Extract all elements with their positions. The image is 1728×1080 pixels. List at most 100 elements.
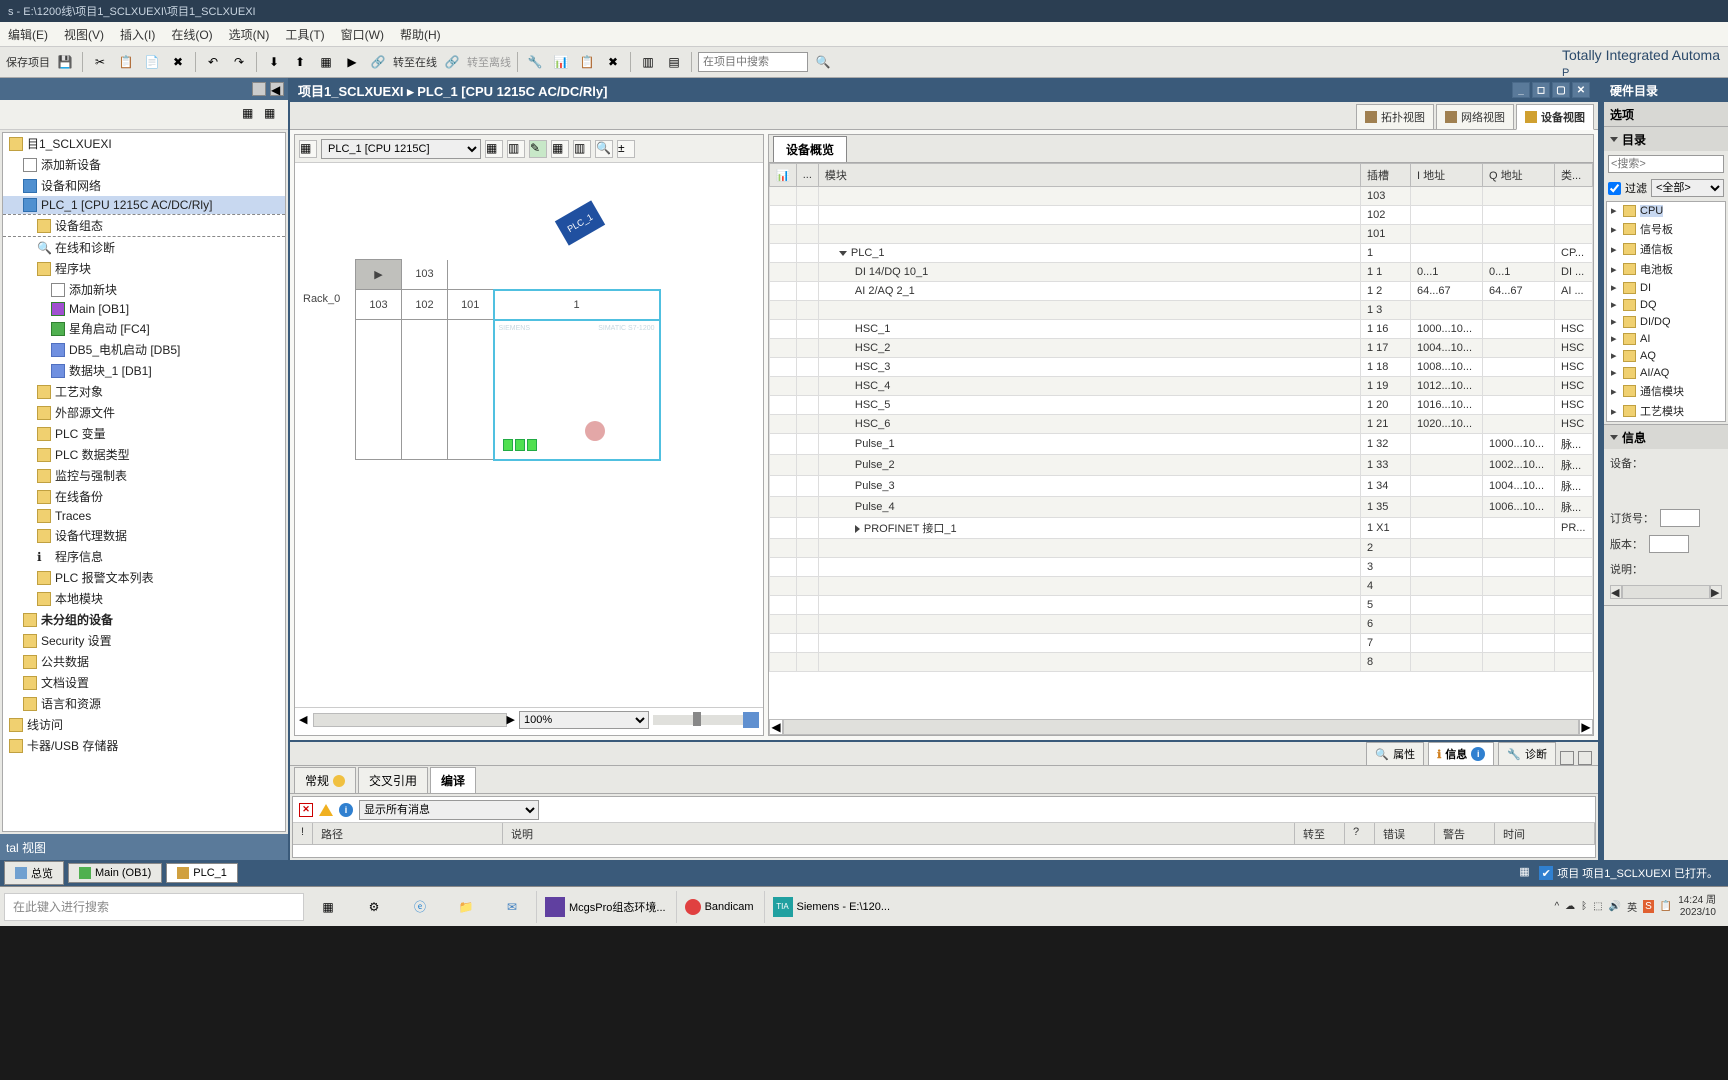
overview-row[interactable]: 6	[770, 615, 1593, 634]
tree-tool-icon[interactable]: ▦	[264, 106, 282, 124]
restore-button[interactable]: ◻	[1532, 82, 1550, 98]
overview-row[interactable]: Pulse_11 321000...10...脉...	[770, 434, 1593, 455]
rack-tool-icon[interactable]: ▦	[551, 140, 569, 158]
project-search-input[interactable]	[698, 52, 808, 72]
rack-tool-icon[interactable]: ▥	[507, 140, 525, 158]
catalog-tree[interactable]: ▸CPU▸信号板▸通信板▸电池板▸DI▸DQ▸DI/DQ▸AI▸AQ▸AI/AQ…	[1606, 201, 1726, 422]
menu-insert[interactable]: 插入(I)	[120, 26, 155, 43]
tool-icon[interactable]: 📋	[576, 51, 598, 73]
overview-row[interactable]: Pulse_21 331002...10...脉...	[770, 455, 1593, 476]
project-tree[interactable]: 目1_SCLXUEXI 添加新设备 设备和网络 PLC_1 [CPU 1215C…	[2, 132, 286, 832]
catalog-item[interactable]: ▸通信板	[1607, 239, 1725, 259]
overview-row[interactable]: Pulse_31 341004...10...脉...	[770, 476, 1593, 497]
col-goto[interactable]: 转至	[1295, 823, 1345, 844]
col-iaddr[interactable]: I 地址	[1411, 164, 1483, 187]
options-section[interactable]: 选项	[1604, 102, 1728, 126]
catalog-item[interactable]: ▸CPU	[1607, 202, 1725, 219]
redo-icon[interactable]: ↷	[228, 51, 250, 73]
tree-proxy-data[interactable]: 设备代理数据	[3, 525, 285, 546]
col-icon[interactable]: !	[293, 823, 313, 844]
tree-line-access[interactable]: 线访问	[3, 714, 285, 735]
col-path[interactable]: 路径	[313, 823, 503, 844]
empty-slot[interactable]	[356, 320, 402, 460]
h-scrollbar[interactable]	[313, 713, 507, 727]
minimize-button[interactable]: _	[1512, 82, 1530, 98]
taskbar-app-siemens[interactable]: TIASiemens - E:\120...	[764, 891, 899, 923]
subtab-xref[interactable]: 交叉引用	[358, 767, 428, 793]
overview-row[interactable]: HSC_31 181008...10...HSC	[770, 358, 1593, 377]
rack-tool-icon[interactable]: ▦	[485, 140, 503, 158]
catalog-item[interactable]: ▸AI	[1607, 330, 1725, 347]
tool-icon[interactable]: 📊	[550, 51, 572, 73]
tray-icon[interactable]: ⬚	[1593, 901, 1602, 912]
tree-add-block[interactable]: 添加新块	[3, 279, 285, 300]
tree-common-data[interactable]: 公共数据	[3, 651, 285, 672]
empty-slot[interactable]	[402, 320, 448, 460]
tree-devices-networks[interactable]: 设备和网络	[3, 175, 285, 196]
catalog-item[interactable]: ▸AI/AQ	[1607, 364, 1725, 381]
tree-program-blocks[interactable]: 程序块	[3, 258, 285, 279]
error-icon[interactable]: ✕	[299, 803, 313, 817]
overview-row[interactable]: 2	[770, 539, 1593, 558]
tree-plc-vars[interactable]: PLC 变量	[3, 423, 285, 444]
device-select-icon[interactable]: ▦	[299, 140, 317, 158]
delete-icon[interactable]: ✖	[167, 51, 189, 73]
go-online-label[interactable]: 转至在线	[393, 54, 437, 70]
filter-checkbox[interactable]	[1608, 182, 1621, 195]
tree-tech-objects[interactable]: 工艺对象	[3, 381, 285, 402]
ime-icon[interactable]: 英	[1627, 899, 1637, 914]
cut-icon[interactable]: ✂	[89, 51, 111, 73]
tree-project-root[interactable]: 目1_SCLXUEXI	[3, 133, 285, 154]
edge-icon[interactable]: ⓔ	[398, 891, 442, 923]
tree-alarm-texts[interactable]: PLC 报警文本列表	[3, 567, 285, 588]
rack-tool-icon[interactable]: ▥	[573, 140, 591, 158]
editor-tab-plc1[interactable]: PLC_1	[166, 863, 238, 883]
overview-row[interactable]: HSC_21 171004...10...HSC	[770, 339, 1593, 358]
compile-icon[interactable]: ▦	[315, 51, 337, 73]
catalog-section[interactable]: 目录	[1604, 127, 1728, 151]
tree-plc1[interactable]: PLC_1 [CPU 1215C AC/DC/Rly]	[3, 196, 285, 214]
overview-row[interactable]: 3	[770, 558, 1593, 577]
tree-doc-settings[interactable]: 文档设置	[3, 672, 285, 693]
collapse-icon[interactable]	[252, 82, 266, 96]
search-go-icon[interactable]: 🔍	[812, 51, 834, 73]
catalog-item[interactable]: ▸DI	[1607, 279, 1725, 296]
overview-row[interactable]: HSC_11 161000...10...HSC	[770, 320, 1593, 339]
plc-label-badge[interactable]: PLC_1	[555, 200, 605, 245]
scrollbar[interactable]: ◀	[299, 713, 313, 726]
col-desc[interactable]: 说明	[503, 823, 1295, 844]
portal-view-button[interactable]: tal 视图	[0, 834, 288, 860]
tree-db5[interactable]: DB5_电机启动 [DB5]	[3, 339, 285, 360]
tab-network[interactable]: 网络视图	[1436, 104, 1514, 129]
system-tray[interactable]: ^ ☁ ᛒ ⬚ 🔊 英 S 📋 14:24 周 2023/10	[1546, 895, 1724, 919]
zoom-selector[interactable]: 100%	[519, 711, 649, 729]
overview-row[interactable]: Pulse_41 351006...10...脉...	[770, 497, 1593, 518]
col-type[interactable]: 类...	[1555, 164, 1593, 187]
overview-row[interactable]: 4	[770, 577, 1593, 596]
overview-row[interactable]: 8	[770, 653, 1593, 672]
taskbar-app-bandicam[interactable]: Bandicam	[676, 891, 762, 923]
overview-row[interactable]: HSC_41 191012...10...HSC	[770, 377, 1593, 396]
zoom-icon[interactable]: 🔍	[595, 140, 613, 158]
maximize-button[interactable]: ▢	[1552, 82, 1570, 98]
menu-edit[interactable]: 编辑(E)	[8, 26, 48, 43]
tree-tool-icon[interactable]: ▦	[242, 106, 260, 124]
close-icon[interactable]: ✖	[602, 51, 624, 73]
tree-local-modules[interactable]: 本地模块	[3, 588, 285, 609]
tree-security[interactable]: Security 设置	[3, 630, 285, 651]
tool-icon[interactable]: 🔧	[524, 51, 546, 73]
undo-icon[interactable]: ↶	[202, 51, 224, 73]
copy-icon[interactable]: 📋	[115, 51, 137, 73]
overview-row[interactable]: DI 14/DQ 10_11 10...10...1DI ...	[770, 263, 1593, 282]
obs-icon[interactable]: ⚙	[352, 891, 396, 923]
tree-program-info[interactable]: ℹ程序信息	[3, 546, 285, 567]
tree-device-config[interactable]: 设备组态	[3, 214, 285, 237]
split-h-icon[interactable]: ▥	[637, 51, 659, 73]
catalog-item[interactable]: ▸DI/DQ	[1607, 313, 1725, 330]
col-time[interactable]: 时间	[1495, 823, 1595, 844]
prev-icon[interactable]: ◀	[270, 82, 284, 96]
subtab-general[interactable]: 常规	[294, 767, 356, 793]
tab-info[interactable]: ℹ 信息 i	[1428, 742, 1494, 765]
device-overview-grid[interactable]: 📊 ... 模块 插槽 I 地址 Q 地址 类... 103102101PLC_…	[769, 163, 1593, 719]
catalog-item[interactable]: ▸AQ	[1607, 347, 1725, 364]
